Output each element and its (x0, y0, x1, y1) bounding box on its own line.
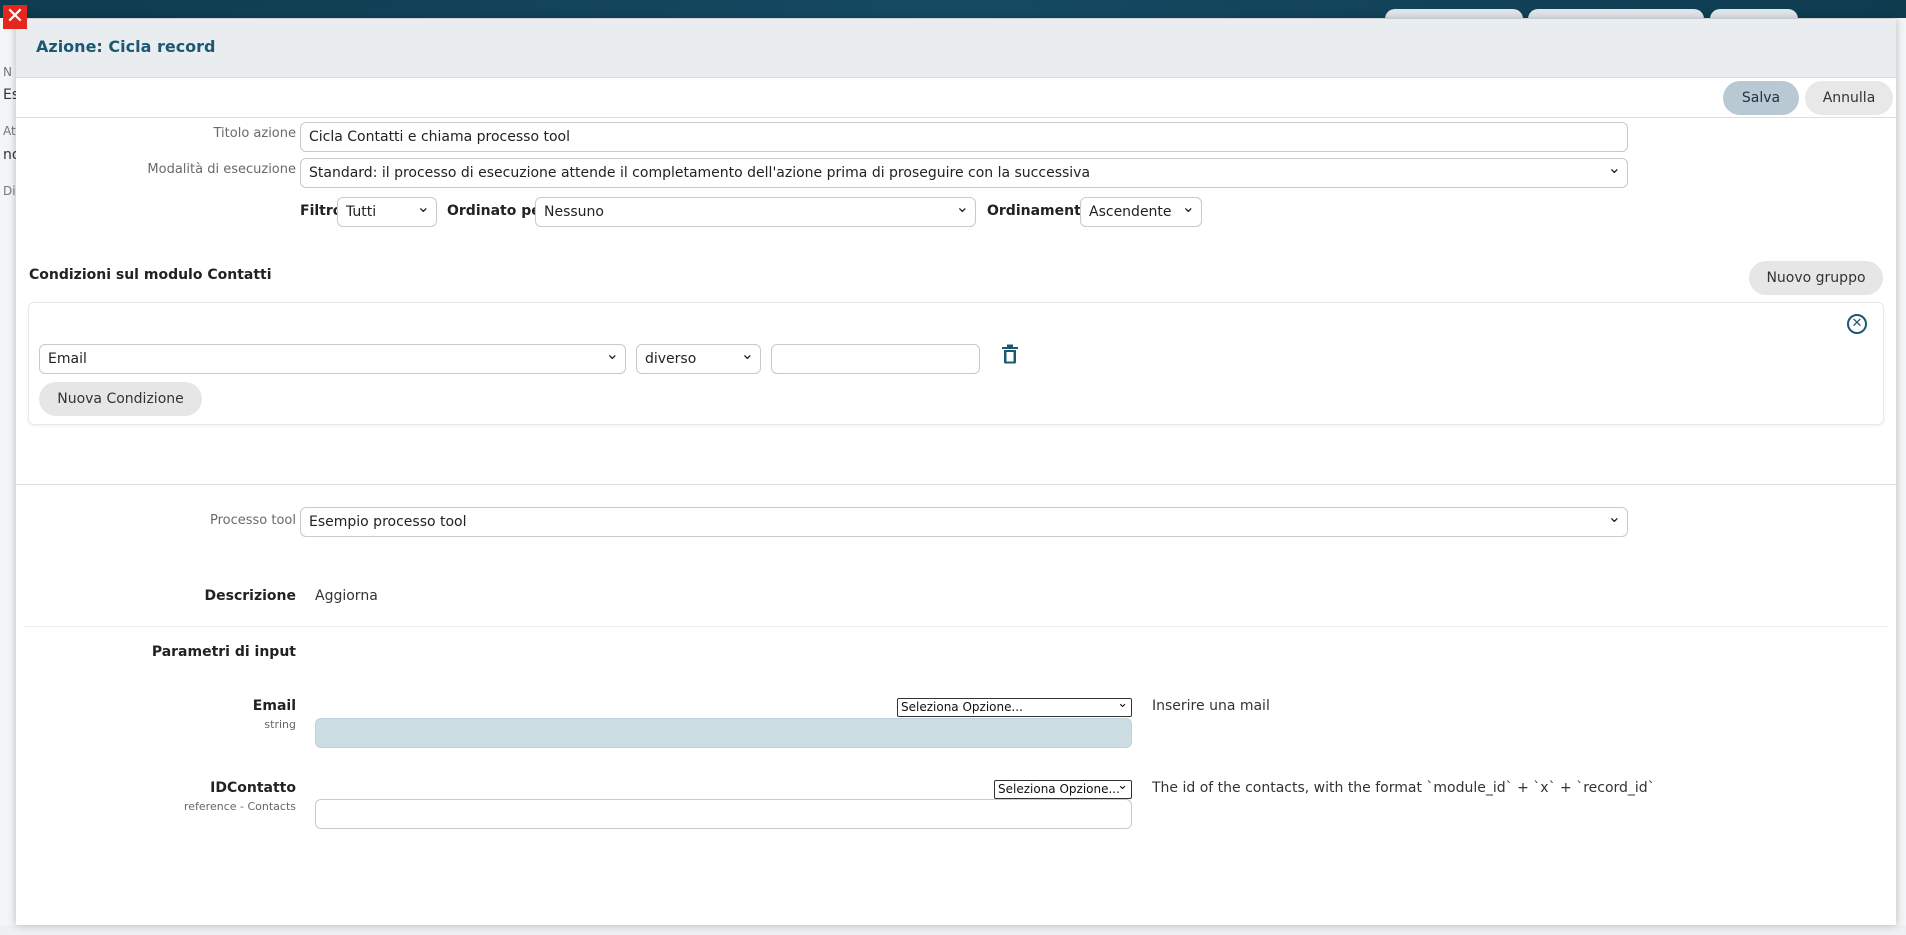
action-title-input[interactable]: Cicla Contatti e chiama processo tool (300, 122, 1628, 152)
param-idcontatto-option-select[interactable]: Seleziona Opzione... (994, 780, 1132, 799)
new-group-button[interactable]: Nuovo gruppo (1749, 261, 1883, 295)
bg-text: Es (3, 87, 16, 103)
ordering-label: Ordinamento (987, 203, 1091, 219)
conditions-title: Condizioni sul modulo Contatti (29, 267, 272, 283)
param-email-name: Email (252, 698, 296, 714)
condition-operator-select[interactable]: diverso (636, 344, 761, 374)
background-right-edge (1896, 18, 1906, 935)
filter-select[interactable]: Tutti (337, 197, 437, 227)
input-params-label: Parametri di input (151, 644, 296, 660)
background-bottom-edge (0, 925, 1906, 935)
process-tool-label: Processo tool (209, 513, 296, 528)
exec-mode-select[interactable]: Standard: il processo di esecuzione atte… (300, 158, 1628, 188)
background-sidebar: N Es At no Di (0, 18, 16, 935)
modal-title: Azione: Cicla record (36, 37, 216, 56)
exec-mode-label: Modalità di esecuzione (147, 162, 296, 177)
param-email-input[interactable] (315, 718, 1132, 748)
save-button[interactable]: Salva (1723, 81, 1799, 115)
condition-field-select[interactable]: Email (39, 344, 626, 374)
ordered-by-label: Ordinato per (447, 203, 548, 219)
ordering-select[interactable]: Ascendente (1080, 197, 1202, 227)
param-email-option-select[interactable]: Seleziona Opzione... (897, 698, 1132, 717)
param-idcontatto-type: reference - Contacts (183, 800, 296, 813)
process-tool-select[interactable]: Esempio processo tool (300, 507, 1628, 537)
modal-header: Azione: Cicla record (16, 19, 1896, 78)
ordered-by-select[interactable]: Nessuno (535, 197, 976, 227)
trash-icon[interactable] (1001, 344, 1019, 364)
condition-value-input[interactable] (771, 344, 980, 374)
bg-text: N (3, 65, 12, 79)
bg-text: no (3, 147, 16, 163)
param-email-type: string (264, 718, 296, 731)
bg-text: Di (3, 184, 16, 198)
description-divider (24, 626, 1888, 627)
action-modal: Azione: Cicla record Salva Annulla Titol… (16, 19, 1896, 925)
description-label: Descrizione (204, 588, 296, 604)
cancel-button[interactable]: Annulla (1805, 81, 1893, 115)
modal-toolbar (16, 78, 1896, 118)
param-idcontatto-name: IDContatto (210, 780, 296, 796)
new-condition-button[interactable]: Nuova Condizione (39, 382, 202, 416)
close-icon[interactable]: ✕ (3, 5, 27, 29)
description-value: Aggiorna (315, 588, 378, 604)
section-divider (16, 484, 1896, 485)
action-title-label: Titolo azione (213, 126, 297, 141)
param-email-description: Inserire una mail (1152, 698, 1270, 714)
remove-group-icon[interactable]: ✕ (1847, 314, 1867, 334)
param-idcontatto-input[interactable] (315, 799, 1132, 829)
param-idcontatto-description: The id of the contacts, with the format … (1152, 780, 1655, 796)
bg-text: At (3, 124, 16, 138)
